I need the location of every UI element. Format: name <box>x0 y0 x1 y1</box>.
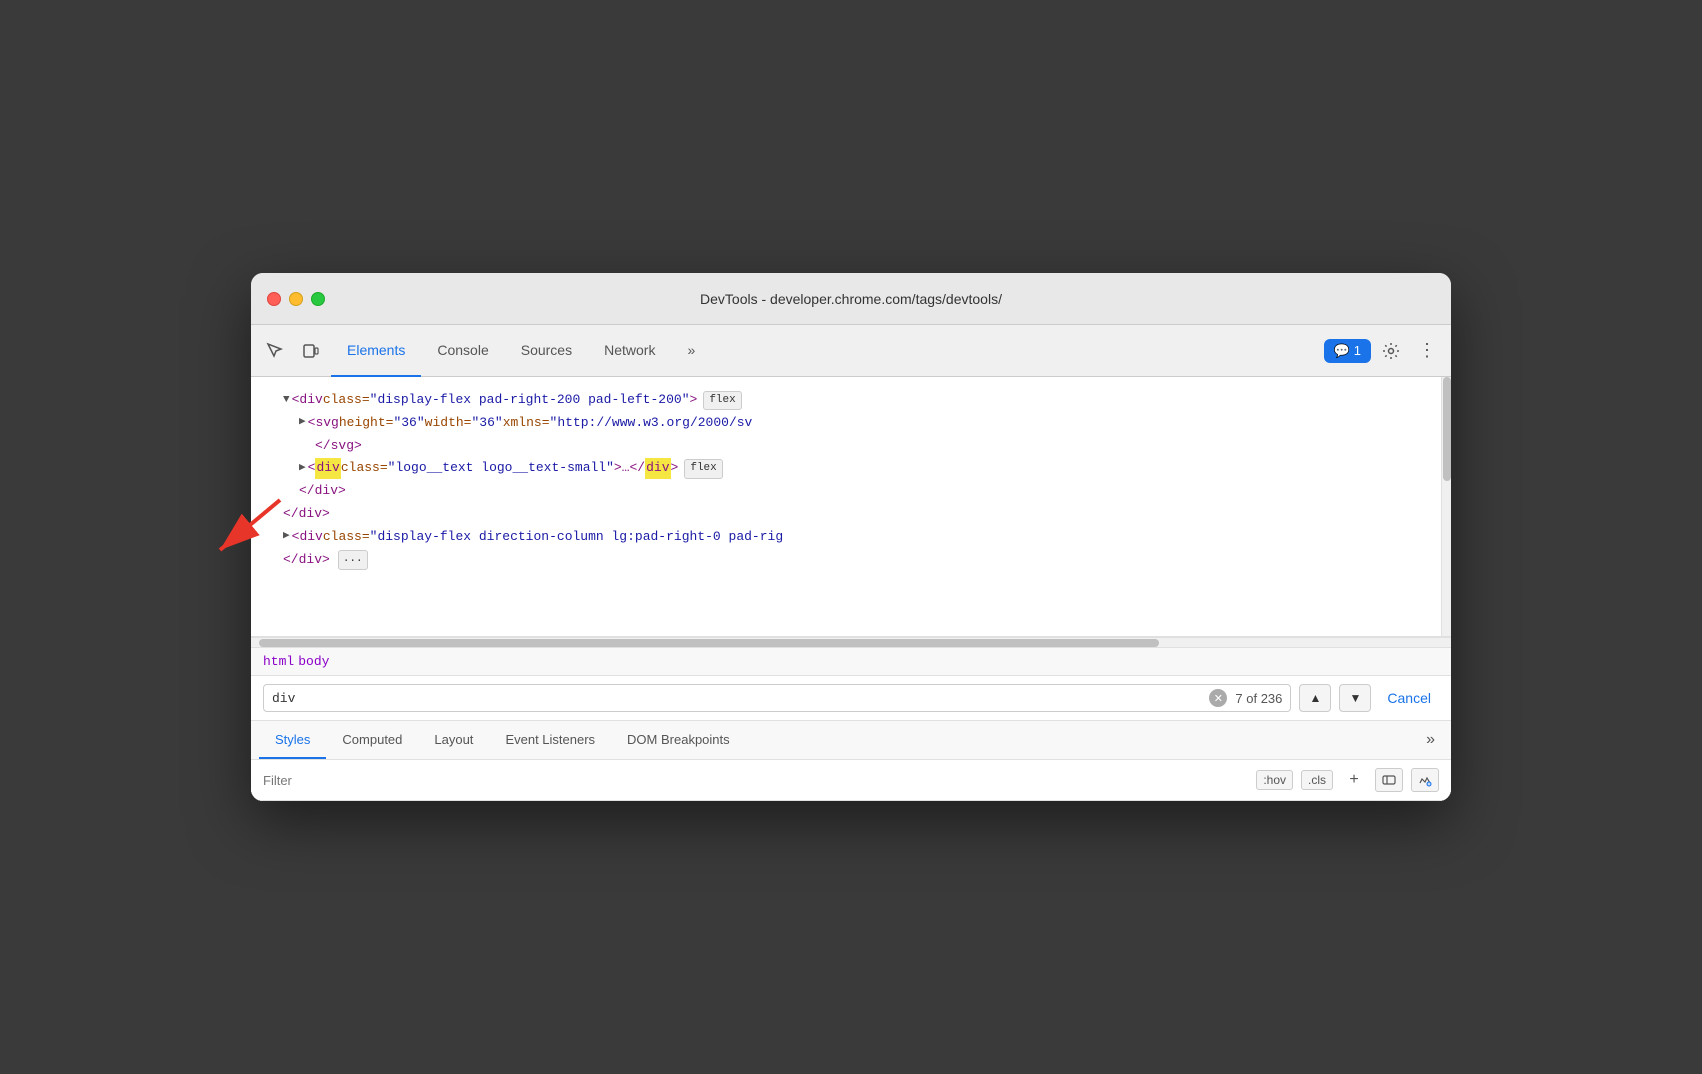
more-options-icon[interactable]: ⋮ <box>1411 335 1443 367</box>
hover-button[interactable]: :hov <box>1256 770 1293 790</box>
html-line[interactable]: </svg> <box>251 435 1451 458</box>
horizontal-scrollbar[interactable] <box>251 637 1451 647</box>
html-line[interactable]: ▶ <div class="logo__text logo__text-smal… <box>251 457 1451 480</box>
notifications-button[interactable]: 💬 1 <box>1324 339 1371 363</box>
expand-icon[interactable]: ▶ <box>299 460 306 478</box>
traffic-lights <box>267 292 325 306</box>
html-line[interactable]: </div> <box>251 503 1451 526</box>
html-line[interactable]: </div> ... <box>251 549 1451 572</box>
title-bar: DevTools - developer.chrome.com/tags/dev… <box>251 273 1451 325</box>
devtools-toolbar: Elements Console Sources Network » 💬 1 ⋮ <box>251 325 1451 377</box>
h-scrollbar-thumb[interactable] <box>259 639 1159 647</box>
flex-badge[interactable]: flex <box>684 459 722 479</box>
toggle-state-button[interactable] <box>1375 768 1403 792</box>
expand-icon[interactable]: ▼ <box>283 392 290 410</box>
filter-bar: Filter :hov .cls + <box>251 760 1451 801</box>
new-style-rule-button[interactable] <box>1411 768 1439 792</box>
html-panel[interactable]: ▼ <div class="display-flex pad-right-200… <box>251 377 1451 637</box>
search-bar: ✕ 7 of 236 ▲ ▼ Cancel <box>251 676 1451 721</box>
filter-actions: :hov .cls + <box>1256 768 1439 792</box>
expand-icon[interactable]: ▶ <box>283 528 290 546</box>
window-title: DevTools - developer.chrome.com/tags/dev… <box>700 291 1002 307</box>
html-line[interactable]: </div> <box>251 480 1451 503</box>
devtools-window: DevTools - developer.chrome.com/tags/dev… <box>251 273 1451 801</box>
search-cancel-button[interactable]: Cancel <box>1379 686 1439 710</box>
search-result-count: 7 of 236 <box>1235 691 1282 706</box>
tab-sources[interactable]: Sources <box>505 325 588 377</box>
bottom-panel: Styles Computed Layout Event Listeners D… <box>251 721 1451 801</box>
html-line[interactable]: ▼ <div class="display-flex pad-right-200… <box>251 389 1451 412</box>
maximize-button[interactable] <box>311 292 325 306</box>
tab-styles[interactable]: Styles <box>259 722 326 759</box>
main-content: ▼ <div class="display-flex pad-right-200… <box>251 377 1451 801</box>
settings-icon[interactable] <box>1375 335 1407 367</box>
tab-network[interactable]: Network <box>588 325 671 377</box>
search-clear-button[interactable]: ✕ <box>1209 689 1227 707</box>
search-next-button[interactable]: ▼ <box>1339 684 1371 712</box>
expand-icon[interactable]: ▶ <box>299 414 306 432</box>
breadcrumb-html[interactable]: html <box>263 654 294 669</box>
chat-icon: 💬 <box>1334 343 1350 359</box>
tab-console[interactable]: Console <box>421 325 504 377</box>
tab-elements[interactable]: Elements <box>331 325 421 377</box>
breadcrumb: html body <box>251 647 1451 676</box>
more-tabs-icon[interactable]: » <box>1418 721 1443 759</box>
toolbar-right: 💬 1 ⋮ <box>1324 335 1443 367</box>
tab-computed[interactable]: Computed <box>326 722 418 759</box>
breadcrumb-body[interactable]: body <box>298 654 329 669</box>
bottom-tabs: Styles Computed Layout Event Listeners D… <box>251 721 1451 760</box>
tab-dom-breakpoints[interactable]: DOM Breakpoints <box>611 722 746 759</box>
cls-button[interactable]: .cls <box>1301 770 1333 790</box>
html-line[interactable]: ▶ <svg height="36" width="36" xmlns="htt… <box>251 412 1451 435</box>
search-input-wrapper: ✕ 7 of 236 <box>263 684 1291 712</box>
tab-layout[interactable]: Layout <box>418 722 489 759</box>
device-toggle-icon[interactable] <box>295 335 327 367</box>
filter-placeholder: Filter <box>263 773 1248 788</box>
search-prev-button[interactable]: ▲ <box>1299 684 1331 712</box>
html-line[interactable]: ▶ <div class="display-flex direction-col… <box>251 526 1451 549</box>
tab-more[interactable]: » <box>671 325 711 377</box>
minimize-button[interactable] <box>289 292 303 306</box>
tab-event-listeners[interactable]: Event Listeners <box>489 722 611 759</box>
close-button[interactable] <box>267 292 281 306</box>
flex-badge[interactable]: flex <box>703 391 741 411</box>
notification-count: 1 <box>1354 343 1361 358</box>
main-tabs: Elements Console Sources Network » <box>331 325 1320 377</box>
scrollbar-thumb[interactable] <box>1443 377 1451 481</box>
inspect-element-icon[interactable] <box>259 335 291 367</box>
vertical-scrollbar[interactable] <box>1441 377 1451 636</box>
add-style-rule-button[interactable]: + <box>1341 769 1367 791</box>
search-input[interactable] <box>272 691 1209 706</box>
